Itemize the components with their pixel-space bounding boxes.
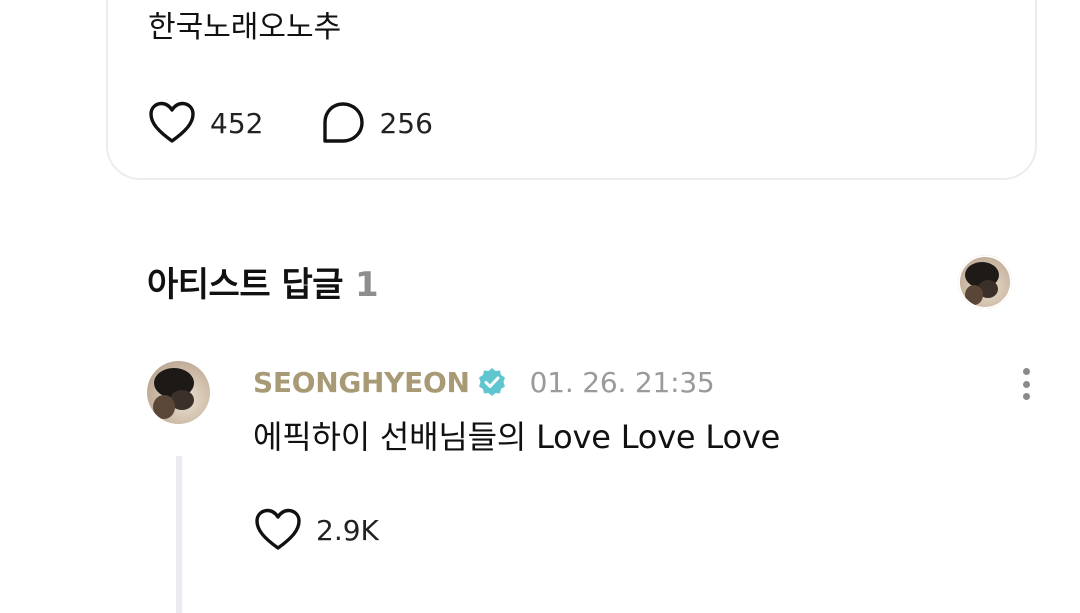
post-like-count: 452 bbox=[210, 106, 264, 140]
artist-replies-header: 아티스트 답글 1 bbox=[147, 257, 379, 306]
reply-timestamp: 01. 26. 21:35 bbox=[529, 365, 715, 399]
reply-header: SEONGHYEON 01. 26. 21:35 bbox=[253, 364, 715, 400]
artist-replies-count: 1 bbox=[355, 265, 379, 305]
artist-profile-image bbox=[958, 255, 1012, 309]
post-comment-count: 256 bbox=[379, 106, 433, 140]
more-vertical-icon[interactable] bbox=[1012, 364, 1040, 404]
verified-badge-icon bbox=[478, 368, 505, 396]
heart-outline-icon bbox=[255, 508, 301, 550]
reply-like-count: 2.9K bbox=[316, 513, 379, 547]
post-text: 한국노래오노추 bbox=[148, 10, 342, 45]
comment-thread-screen: 한국노래오노추 452 256 아티스트 답글 1 SEONGHYEON 01.… bbox=[0, 0, 1080, 613]
artist-profile-image bbox=[147, 361, 210, 424]
reply-like-button[interactable]: 2.9K bbox=[254, 508, 379, 552]
artist-replies-title: 아티스트 답글 bbox=[147, 265, 344, 305]
artist-filter-avatar[interactable] bbox=[958, 255, 1012, 309]
post-like-button[interactable]: 452 bbox=[148, 101, 263, 145]
reply-author-name[interactable]: SEONGHYEON bbox=[253, 366, 470, 399]
post-comment-button[interactable]: 256 bbox=[321, 101, 433, 145]
heart-outline-icon bbox=[149, 101, 195, 143]
reply-text: 에픽하이 선배님들의 Love Love Love bbox=[253, 418, 781, 456]
reply-thread-line bbox=[176, 456, 182, 613]
post-actions: 452 256 bbox=[148, 101, 491, 145]
reply-author-avatar[interactable] bbox=[147, 361, 210, 424]
speech-bubble-icon bbox=[323, 102, 365, 143]
